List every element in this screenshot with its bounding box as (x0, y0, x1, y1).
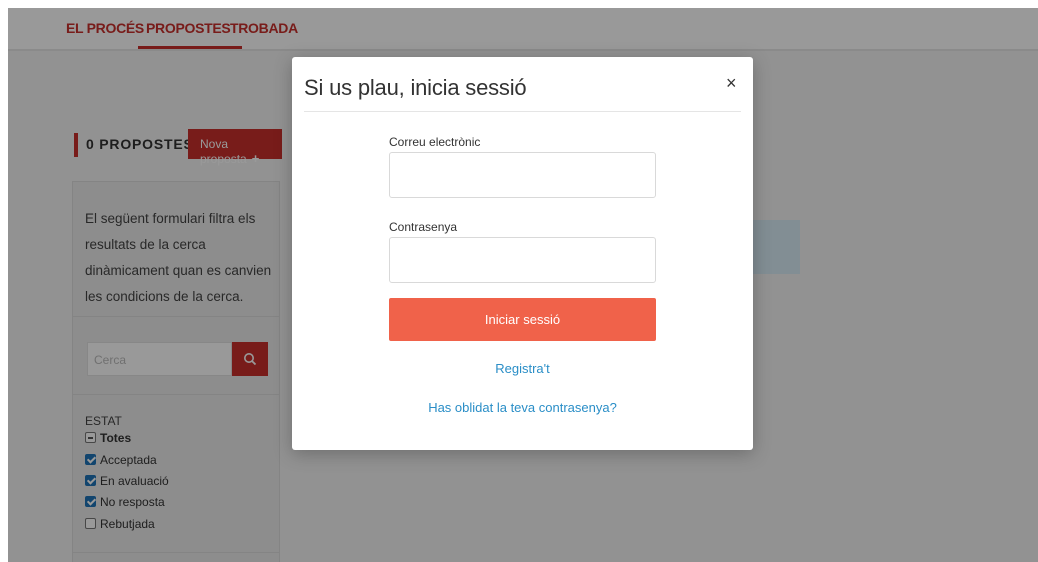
modal-divider (304, 111, 741, 112)
email-field[interactable] (389, 152, 656, 198)
password-field[interactable] (389, 237, 656, 283)
forgot-password-link[interactable]: Has oblidat la teva contrasenya? (292, 400, 753, 415)
modal-title: Si us plau, inicia sessió (304, 75, 527, 100)
login-modal: Si us plau, inicia sessió × Correu elect… (292, 57, 753, 450)
register-link[interactable]: Registra't (292, 361, 753, 376)
close-icon[interactable]: × (726, 73, 737, 94)
password-label: Contrasenya (389, 220, 458, 234)
login-submit-button[interactable]: Iniciar sessió (389, 298, 656, 341)
email-label: Correu electrònic (389, 135, 481, 149)
